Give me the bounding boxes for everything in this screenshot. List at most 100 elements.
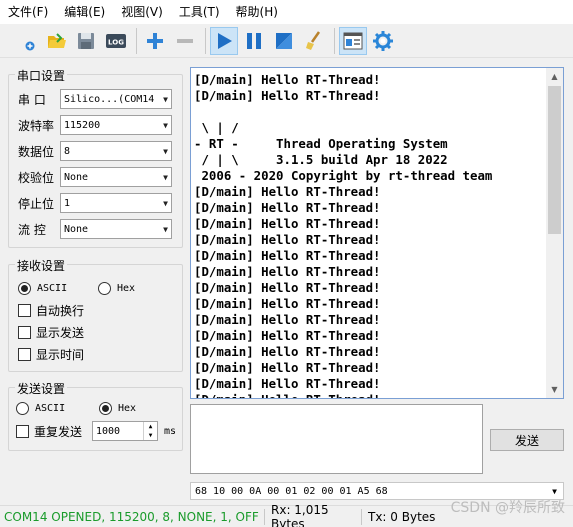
baud-select[interactable]: 115200 ▼ bbox=[60, 115, 172, 135]
output-line: [D/main] Hello RT-Thread! bbox=[194, 392, 544, 398]
send-ascii-radio[interactable]: ASCII bbox=[16, 401, 99, 415]
status-divider bbox=[264, 508, 265, 525]
port-label: 串 口 bbox=[18, 92, 46, 107]
receive-output: [D/main] Hello RT-Thread! [D/main] Hello … bbox=[194, 72, 544, 398]
send-button[interactable]: 发送 bbox=[490, 429, 564, 451]
send-ascii-label: ASCII bbox=[35, 402, 66, 414]
output-line: [D/main] Hello RT-Thread! bbox=[194, 312, 381, 327]
menu-bar: 文件(F) 编辑(E) 视图(V) 工具(T) 帮助(H) bbox=[0, 0, 573, 24]
scroll-down-icon[interactable]: ▼ bbox=[546, 381, 563, 398]
databits-label: 数据位 bbox=[18, 144, 55, 159]
pause-icon[interactable] bbox=[240, 27, 268, 55]
output-line: [D/main] Hello RT-Thread! bbox=[194, 328, 381, 343]
chevron-down-icon: ▼ bbox=[163, 94, 168, 104]
parity-select[interactable]: None ▼ bbox=[60, 167, 172, 187]
port-row: 串 口 Silico...(COM14 ▼ bbox=[18, 89, 172, 109]
auto-wrap-label: 自动换行 bbox=[36, 303, 85, 318]
chevron-down-icon: ▼ bbox=[163, 172, 168, 182]
stopbits-row: 停止位 1 ▼ bbox=[18, 193, 172, 213]
stopbits-select[interactable]: 1 ▼ bbox=[60, 193, 172, 213]
open-icon[interactable] bbox=[42, 27, 70, 55]
checkbox-unchecked-icon bbox=[16, 424, 29, 438]
repeat-send-checkbox[interactable]: 重复发送 bbox=[16, 423, 92, 440]
parity-row: 校验位 None ▼ bbox=[18, 167, 172, 187]
menu-view[interactable]: 视图(V) bbox=[117, 0, 167, 24]
toolbar-separator bbox=[136, 27, 137, 54]
interval-value: 1000 bbox=[96, 425, 121, 437]
show-time-checkbox[interactable]: 显示时间 bbox=[18, 346, 84, 363]
baud-label: 波特率 bbox=[18, 118, 55, 133]
databits-row: 数据位 8 ▼ bbox=[18, 141, 172, 161]
output-line: [D/main] Hello RT-Thread! bbox=[194, 216, 381, 231]
connection-status: COM14 OPENED, 115200, 8, NONE, 1, OFF bbox=[4, 509, 259, 524]
send-input[interactable] bbox=[190, 404, 483, 474]
databits-select[interactable]: 8 ▼ bbox=[60, 141, 172, 161]
output-line: \ | / bbox=[194, 120, 239, 135]
layout-icon[interactable] bbox=[339, 26, 367, 55]
scroll-up-icon[interactable]: ▲ bbox=[546, 68, 563, 85]
radio-unchecked-icon bbox=[98, 281, 111, 295]
receive-ascii-label: ASCII bbox=[37, 282, 68, 294]
repeat-send-row: 重复发送 1000 ▲ ▼ ms bbox=[16, 421, 176, 441]
chevron-down-icon: ▼ bbox=[163, 224, 168, 234]
receive-ascii-radio[interactable]: ASCII bbox=[18, 281, 98, 295]
send-hex-label: Hex bbox=[118, 402, 137, 414]
show-time-label: 显示时间 bbox=[36, 347, 85, 362]
output-line: [D/main] Hello RT-Thread! bbox=[194, 248, 381, 263]
menu-file[interactable]: 文件(F) bbox=[4, 0, 52, 24]
flowcontrol-select[interactable]: None ▼ bbox=[60, 219, 172, 239]
send-settings-title: 发送设置 bbox=[15, 380, 68, 397]
parity-value: None bbox=[64, 171, 89, 183]
menu-edit[interactable]: 编辑(E) bbox=[60, 0, 109, 24]
status-divider bbox=[361, 508, 362, 525]
show-send-label: 显示发送 bbox=[36, 325, 85, 340]
output-line: / | \ 3.1.5 build Apr 18 2022 bbox=[194, 152, 448, 167]
new-icon[interactable] bbox=[12, 27, 40, 55]
output-line: [D/main] Hello RT-Thread! bbox=[194, 232, 381, 247]
toolbar-separator bbox=[205, 27, 206, 54]
port-value: Silico...(COM14 bbox=[64, 93, 155, 105]
watermark: CSDN @羚辰所致 bbox=[450, 500, 565, 516]
receive-mode-row: ASCII Hex bbox=[18, 278, 135, 298]
menu-help[interactable]: 帮助(H) bbox=[232, 0, 282, 24]
flowcontrol-label: 流 控 bbox=[18, 222, 46, 237]
port-select[interactable]: Silico...(COM14 ▼ bbox=[60, 89, 172, 109]
chevron-down-icon: ▼ bbox=[163, 146, 168, 156]
auto-wrap-checkbox[interactable]: 自动换行 bbox=[18, 302, 84, 319]
output-line: [D/main] Hello RT-Thread! bbox=[194, 184, 381, 199]
show-send-checkbox[interactable]: 显示发送 bbox=[18, 324, 84, 341]
scroll-thumb[interactable] bbox=[548, 86, 561, 234]
checkbox-unchecked-icon bbox=[18, 347, 31, 361]
auto-wrap-row: 自动换行 bbox=[18, 300, 84, 320]
show-time-row: 显示时间 bbox=[18, 344, 84, 364]
radio-checked-icon bbox=[99, 401, 112, 415]
send-settings-group: 发送设置 bbox=[8, 380, 183, 451]
show-send-row: 显示发送 bbox=[18, 322, 84, 342]
output-line: [D/main] Hello RT-Thread! bbox=[194, 88, 381, 103]
add-icon[interactable] bbox=[141, 27, 169, 55]
interval-spinbox[interactable]: 1000 ▲ ▼ bbox=[92, 421, 158, 441]
receive-scrollbar[interactable]: ▲ ▼ bbox=[546, 68, 563, 398]
save-icon[interactable] bbox=[72, 27, 100, 55]
receive-textarea[interactable]: [D/main] Hello RT-Thread! [D/main] Hello … bbox=[190, 67, 564, 399]
output-line: [D/main] Hello RT-Thread! bbox=[194, 72, 381, 87]
gear-icon[interactable] bbox=[369, 27, 397, 55]
menu-tools[interactable]: 工具(T) bbox=[175, 0, 224, 24]
stop-icon[interactable] bbox=[270, 27, 298, 55]
stopbits-label: 停止位 bbox=[18, 196, 55, 211]
chevron-down-icon: ▼ bbox=[163, 198, 168, 208]
checkbox-unchecked-icon bbox=[18, 325, 31, 339]
output-line: [D/main] Hello RT-Thread! bbox=[194, 360, 381, 375]
play-icon[interactable] bbox=[210, 26, 238, 55]
receive-hex-radio[interactable]: Hex bbox=[98, 281, 135, 295]
output-line: [D/main] Hello RT-Thread! bbox=[194, 296, 381, 311]
output-line: 2006 - 2020 Copyright by rt-thread team bbox=[194, 168, 493, 183]
remove-icon[interactable] bbox=[171, 27, 199, 55]
clear-icon[interactable] bbox=[300, 27, 328, 55]
spin-arrows-icon[interactable]: ▲ ▼ bbox=[143, 422, 157, 440]
radio-unchecked-icon bbox=[16, 401, 29, 415]
send-hex-radio[interactable]: Hex bbox=[99, 401, 137, 415]
output-line: [D/main] Hello RT-Thread! bbox=[194, 200, 381, 215]
log-icon[interactable]: LOG bbox=[102, 27, 130, 55]
